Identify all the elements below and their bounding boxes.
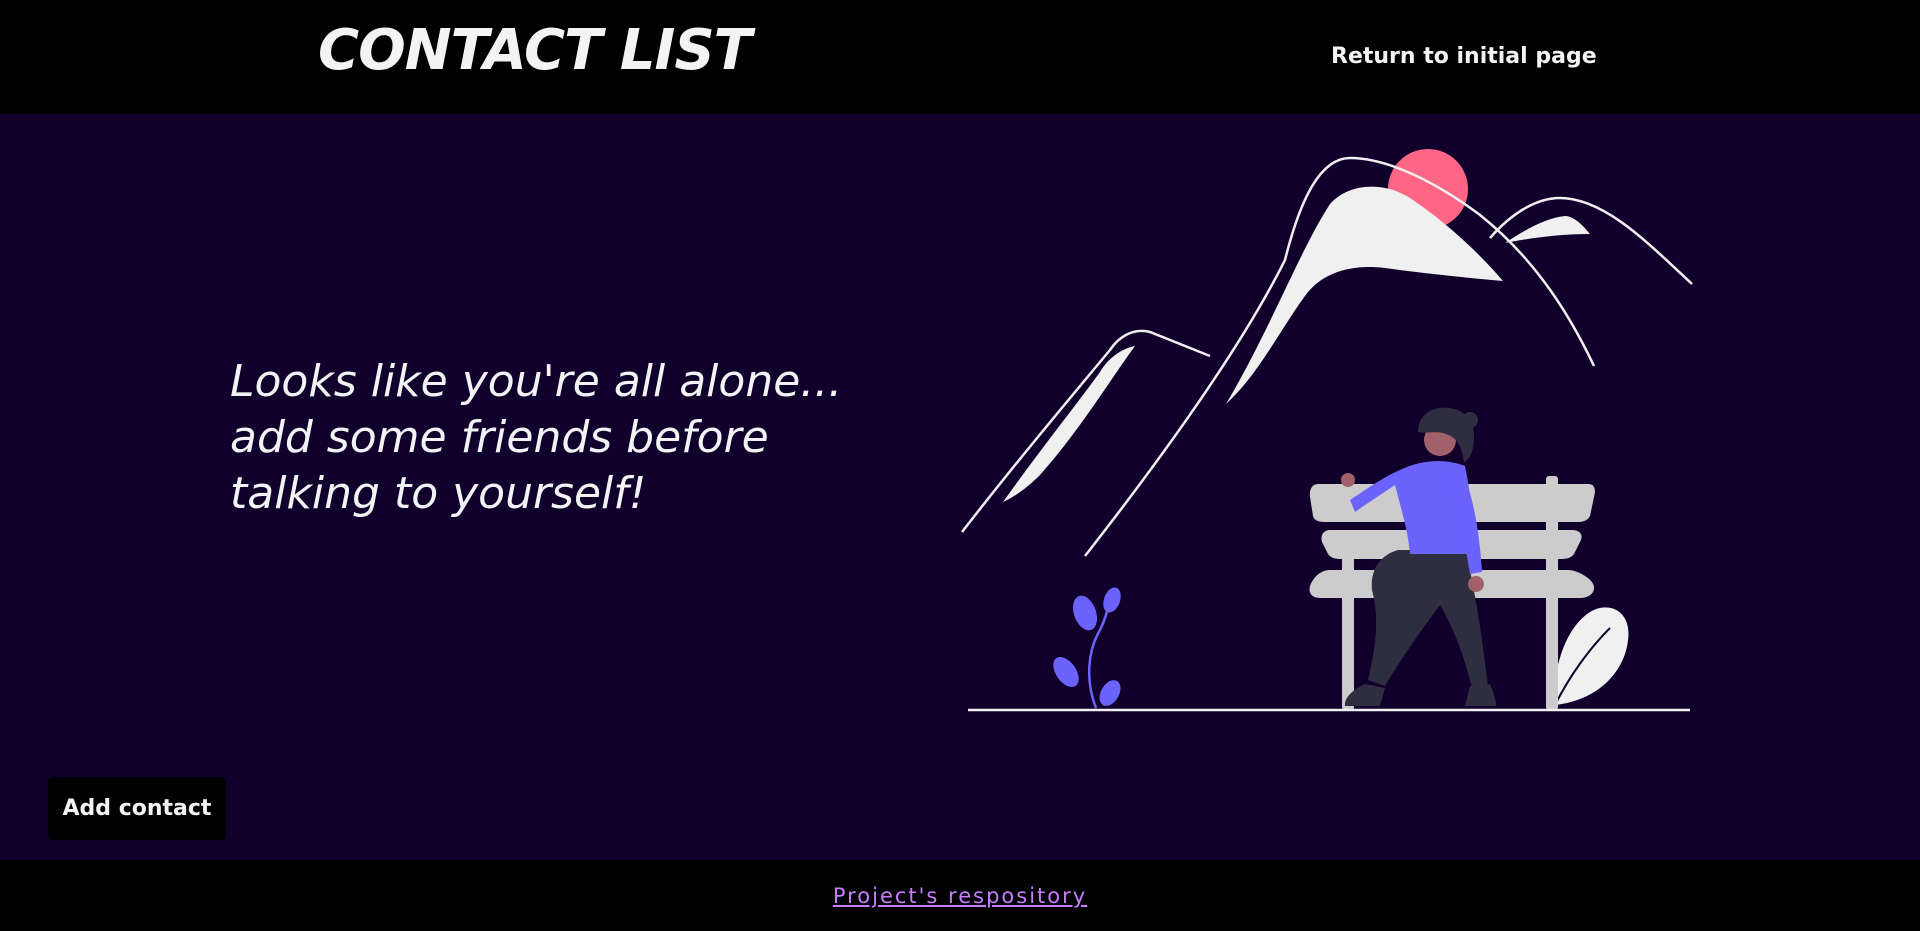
person-hand bbox=[1341, 473, 1355, 487]
site-title: CONTACT LIST bbox=[318, 18, 752, 83]
empty-state-message: Looks like you're all alone... add some … bbox=[230, 354, 930, 522]
footer: Project's respository bbox=[0, 860, 1920, 931]
add-contact-button[interactable]: Add contact bbox=[48, 777, 226, 840]
right-mountain-snow bbox=[1505, 216, 1590, 243]
bench-leg bbox=[1342, 540, 1354, 710]
left-mountain-outline bbox=[961, 329, 1211, 533]
person-hand bbox=[1468, 576, 1484, 592]
left-mountain-snow bbox=[1003, 346, 1135, 502]
plant-leaf bbox=[1072, 595, 1098, 631]
empty-message-line: add some friends before bbox=[230, 412, 769, 463]
empty-message-line: Looks like you're all alone... bbox=[230, 356, 843, 407]
right-mountain-outline bbox=[1489, 196, 1693, 285]
alone-on-bench-illustration bbox=[961, 149, 1693, 712]
plant-leaf bbox=[1103, 587, 1121, 613]
plant-leaf bbox=[1053, 656, 1079, 688]
project-repository-link[interactable]: Project's respository bbox=[833, 884, 1087, 908]
person-shoe bbox=[1465, 684, 1496, 706]
person-hair-bun bbox=[1462, 412, 1478, 428]
white-bush bbox=[1554, 607, 1629, 705]
plant-leaf bbox=[1099, 680, 1121, 706]
return-to-initial-page-link[interactable]: Return to initial page bbox=[1331, 44, 1597, 69]
top-header: CONTACT LIST Return to initial page bbox=[0, 0, 1920, 114]
empty-message-line: talking to yourself! bbox=[230, 468, 647, 519]
main-content: Looks like you're all alone... add some … bbox=[0, 114, 1920, 860]
